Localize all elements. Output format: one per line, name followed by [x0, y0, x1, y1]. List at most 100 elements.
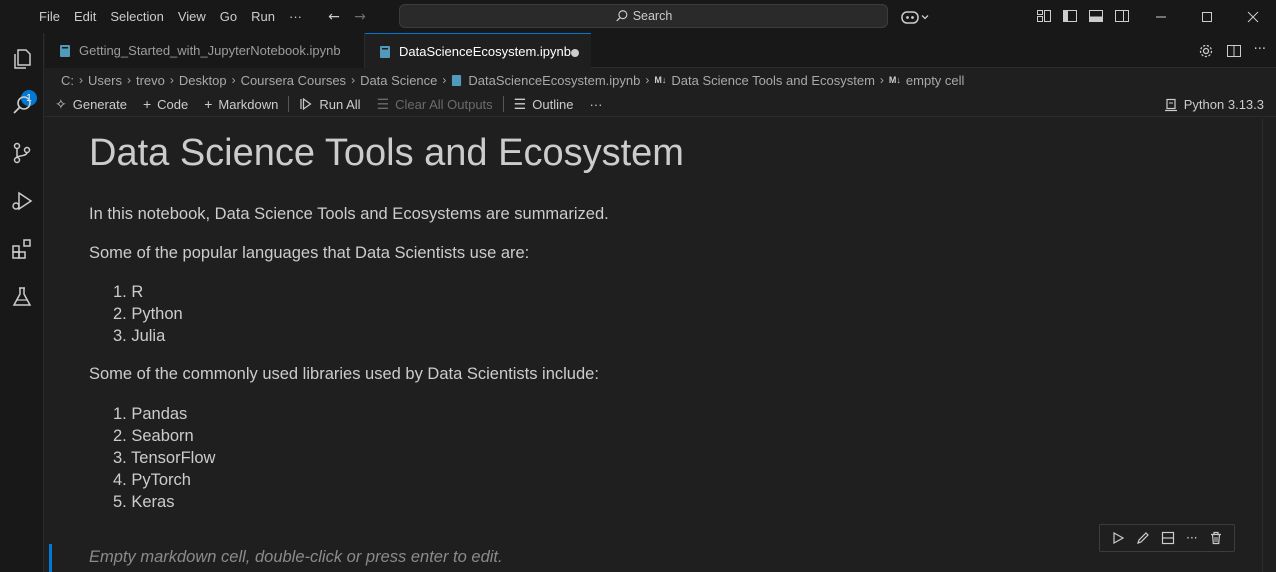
chevron-right-icon: › — [879, 73, 884, 87]
breadcrumb-item[interactable]: DataScienceEcosystem.ipynb — [468, 73, 640, 88]
menu-more[interactable]: ··· — [282, 9, 309, 24]
toggle-secondary-sidebar-icon[interactable] — [1114, 8, 1130, 24]
back-arrow-icon[interactable]: ← — [321, 9, 347, 25]
list-icon: ☰ — [513, 95, 527, 112]
sparkle-icon: ✧ — [55, 95, 67, 112]
selected-cell-indicator — [49, 544, 52, 572]
list-item: 4. PyTorch — [113, 471, 191, 489]
trash-icon[interactable] — [1209, 531, 1223, 545]
kernel-icon — [1164, 98, 1177, 111]
run-debug-icon — [12, 191, 33, 211]
explorer-button[interactable] — [8, 45, 36, 73]
code-label: Code — [157, 96, 189, 112]
list-item: 2. Python — [113, 305, 183, 323]
split-editor-icon[interactable] — [1226, 43, 1242, 59]
search-icon — [616, 10, 628, 22]
run-all-button[interactable]: Run All — [291, 97, 368, 112]
tab-getting-started[interactable]: Getting_Started_with_JupyterNotebook.ipy… — [45, 33, 365, 68]
toggle-primary-sidebar-icon[interactable] — [1062, 8, 1078, 24]
add-code-cell-button[interactable]: + Code — [135, 96, 196, 112]
list-item: 3. TensorFlow — [113, 449, 216, 467]
extensions-button[interactable] — [8, 235, 36, 263]
toolbar-more-button[interactable]: ··· — [581, 97, 610, 112]
toolbar-divider — [288, 96, 290, 112]
breadcrumb-item[interactable]: Data Science Tools and Ecosystem — [671, 73, 875, 88]
more-actions-icon[interactable]: ··· — [1254, 43, 1266, 59]
source-control-button[interactable] — [8, 139, 36, 167]
run-all-label: Run All — [319, 96, 361, 112]
languages-heading: Some of the popular languages that Data … — [89, 244, 530, 262]
menu-go[interactable]: Go — [213, 9, 244, 24]
gear-icon[interactable] — [1198, 43, 1214, 59]
chevron-right-icon: › — [231, 73, 236, 87]
customize-layout-icon[interactable] — [1036, 8, 1052, 24]
breadcrumb-item[interactable]: Coursera Courses — [241, 73, 347, 88]
clear-all-outputs-button[interactable]: ☰ Clear All Outputs — [369, 96, 501, 113]
breadcrumb-item[interactable]: trevo — [136, 73, 165, 88]
notebook-file-icon — [60, 44, 70, 57]
intro-paragraph: In this notebook, Data Science Tools and… — [89, 205, 609, 223]
list-item: 1. R — [113, 283, 144, 301]
close-window-button[interactable] — [1230, 0, 1276, 33]
cell-more-icon[interactable]: ··· — [1186, 531, 1197, 545]
breadcrumb-item[interactable]: Desktop — [179, 73, 227, 88]
markdown-icon: M↓ — [654, 75, 667, 85]
tab-datascience-ecosystem[interactable]: DataScienceEcosystem.ipynb — [365, 33, 591, 69]
run-all-icon — [300, 97, 312, 111]
close-icon — [1247, 11, 1259, 22]
copilot-menu[interactable] — [900, 8, 932, 26]
menu-edit[interactable]: Edit — [67, 9, 103, 24]
markdown-icon: M↓ — [888, 75, 901, 85]
breadcrumb-item[interactable]: empty cell — [906, 73, 965, 88]
menu-file[interactable]: File — [32, 9, 67, 24]
copilot-icon — [901, 11, 919, 24]
notebook-file-icon — [380, 45, 390, 58]
command-center-search[interactable]: Search — [399, 4, 888, 28]
chevron-right-icon: › — [645, 73, 650, 87]
generate-label: Generate — [72, 96, 127, 112]
files-icon — [14, 49, 31, 69]
chevron-down-icon — [921, 15, 929, 20]
generate-button[interactable]: ✧ Generate — [45, 96, 135, 113]
editor-scrollbar[interactable] — [1262, 118, 1276, 572]
libraries-list: 1. Pandas 2. Seaborn 3. TensorFlow 4. Py… — [89, 403, 215, 513]
outline-button[interactable]: ☰ Outline — [506, 96, 582, 113]
edit-pencil-icon[interactable] — [1136, 531, 1150, 545]
unsaved-dot-icon[interactable] — [571, 49, 579, 57]
empty-markdown-cell[interactable]: Empty markdown cell, double-click or pre… — [89, 548, 503, 567]
search-view-button[interactable] — [8, 91, 36, 119]
kernel-label: Python 3.13.3 — [1183, 97, 1264, 112]
breadcrumb: C: › Users › trevo › Desktop › Coursera Cour… — [45, 69, 964, 91]
chevron-right-icon: › — [442, 73, 447, 87]
menu-view[interactable]: View — [171, 9, 213, 24]
tab-label: DataScienceEcosystem.ipynb — [399, 44, 571, 59]
maximize-button[interactable] — [1184, 0, 1230, 33]
breadcrumb-item[interactable]: C: — [61, 73, 74, 88]
forward-arrow-icon[interactable]: → — [347, 9, 373, 25]
add-markdown-cell-button[interactable]: + Markdown — [196, 96, 286, 112]
search-label: Search — [632, 9, 673, 23]
toggle-panel-icon[interactable] — [1088, 8, 1104, 24]
breadcrumb-item[interactable]: Data Science — [360, 73, 437, 88]
libraries-heading: Some of the commonly used libraries used… — [89, 365, 599, 383]
chevron-right-icon: › — [351, 73, 356, 87]
notebook-title: Data Science Tools and Ecosystem — [89, 132, 684, 174]
split-cell-icon[interactable] — [1161, 531, 1175, 545]
notebook-editor[interactable]: Data Science Tools and Ecosystem In this… — [45, 118, 1276, 572]
menu-run[interactable]: Run — [244, 9, 282, 24]
toolbar-divider — [502, 96, 504, 112]
title-bar: File Edit Selection View Go Run ··· ← → … — [0, 0, 1276, 33]
minimize-button[interactable] — [1138, 0, 1184, 33]
kernel-picker[interactable]: Python 3.13.3 — [1164, 92, 1264, 117]
run-debug-button[interactable] — [8, 187, 36, 215]
menu-selection[interactable]: Selection — [103, 9, 170, 24]
clear-outputs-icon: ☰ — [376, 95, 390, 112]
notebook-file-icon — [452, 74, 462, 86]
testing-button[interactable] — [8, 283, 36, 311]
markdown-label: Markdown — [218, 96, 279, 112]
run-cell-icon[interactable] — [1111, 531, 1125, 545]
clear-outputs-label: Clear All Outputs — [395, 96, 493, 112]
languages-list: 1. R 2. Python 3. Julia — [89, 281, 183, 347]
editor-actions: ··· — [1198, 43, 1266, 59]
breadcrumb-item[interactable]: Users — [88, 73, 122, 88]
